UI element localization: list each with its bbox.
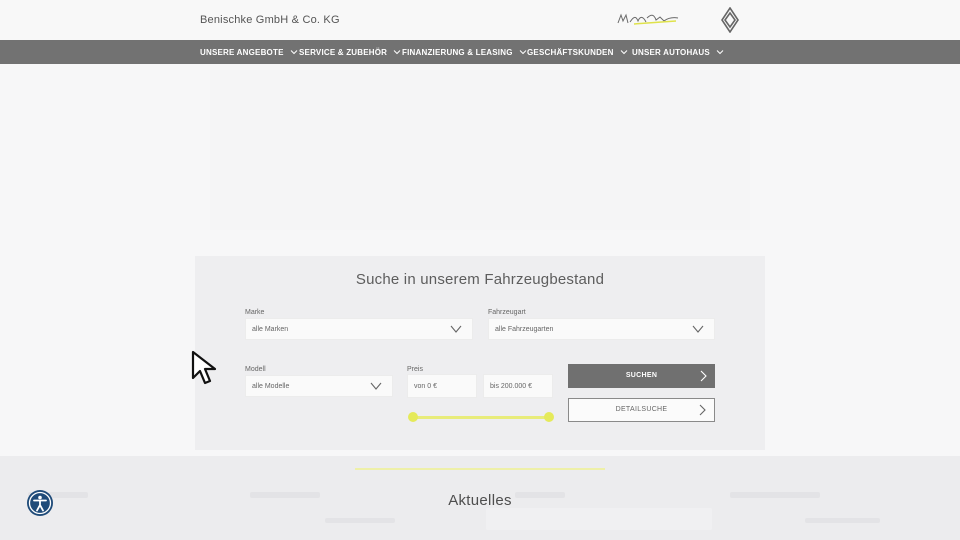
nav-item-unser-autohaus[interactable]: UNSER AUTOHAUS bbox=[632, 40, 724, 64]
nav-item-label: UNSER AUTOHAUS bbox=[632, 47, 710, 57]
top-bar: Benischke GmbH & Co. KG bbox=[0, 0, 960, 40]
price-to-input[interactable]: bis 200.000 € bbox=[483, 374, 553, 398]
company-name: Benischke GmbH & Co. KG bbox=[200, 14, 340, 26]
accessibility-icon[interactable] bbox=[26, 489, 54, 517]
chevron-right-icon bbox=[700, 370, 707, 382]
chevron-down-icon bbox=[620, 50, 627, 55]
chevron-down-icon bbox=[716, 50, 724, 55]
marke-select[interactable]: alle Marken bbox=[245, 318, 473, 340]
chevron-down-icon bbox=[393, 50, 401, 55]
price-from-value: von 0 € bbox=[414, 383, 437, 390]
chevron-down-icon bbox=[450, 325, 462, 333]
price-max-handle[interactable] bbox=[544, 412, 554, 422]
hero-banner bbox=[210, 70, 750, 230]
price-min-handle[interactable] bbox=[408, 412, 418, 422]
main-navigation: UNSERE ANGEBOTE SERVICE & ZUBEHÖR FINANZ… bbox=[0, 40, 960, 64]
modell-label: Modell bbox=[245, 366, 266, 373]
price-range-track[interactable] bbox=[413, 416, 549, 419]
chevron-down-icon bbox=[519, 50, 526, 55]
placeholder-block bbox=[486, 508, 712, 530]
news-title: Aktuelles bbox=[448, 492, 512, 509]
nav-item-label: GESCHÄFTSKUNDEN bbox=[527, 47, 614, 57]
nav-item-finanzierung-leasing[interactable]: FINANZIERUNG & LEASING bbox=[402, 40, 527, 64]
modell-select[interactable]: alle Modelle bbox=[245, 375, 393, 397]
nav-item-label: UNSERE ANGEBOTE bbox=[200, 47, 284, 57]
fahrzeugart-value: alle Fahrzeugarten bbox=[495, 326, 554, 333]
search-button-label: SUCHEN bbox=[625, 372, 658, 379]
nav-item-label: FINANZIERUNG & LEASING bbox=[402, 47, 513, 57]
search-button[interactable]: SUCHEN bbox=[568, 364, 715, 388]
chevron-down-icon bbox=[370, 382, 382, 390]
chevron-right-icon bbox=[699, 404, 706, 416]
section-divider bbox=[355, 468, 605, 470]
chevron-down-icon bbox=[290, 50, 297, 55]
chevron-down-icon bbox=[692, 325, 704, 333]
preis-label: Preis bbox=[407, 366, 423, 373]
nav-item-service-zubehoer[interactable]: SERVICE & ZUBEHÖR bbox=[299, 40, 401, 64]
detail-search-button-label: DETAILSUCHE bbox=[615, 406, 668, 413]
search-title: Suche in unserem Fahrzeugbestand bbox=[355, 271, 605, 288]
placeholder-block bbox=[325, 518, 395, 523]
placeholder-block bbox=[805, 518, 880, 523]
marke-label: Marke bbox=[245, 309, 265, 316]
nav-item-unsere-angebote[interactable]: UNSERE ANGEBOTE bbox=[200, 40, 298, 64]
nav-item-geschaeftskunden[interactable]: GESCHÄFTSKUNDEN bbox=[527, 40, 628, 64]
price-to-value: bis 200.000 € bbox=[490, 383, 533, 390]
nav-item-label: SERVICE & ZUBEHÖR bbox=[299, 47, 388, 57]
renault-logo-icon[interactable] bbox=[720, 7, 740, 33]
price-from-input[interactable]: von 0 € bbox=[407, 374, 477, 398]
mouse-pointer-icon bbox=[191, 350, 217, 385]
marke-value: alle Marken bbox=[252, 326, 289, 333]
detail-search-button[interactable]: DETAILSUCHE bbox=[568, 398, 715, 422]
modell-value: alle Modelle bbox=[252, 383, 290, 390]
dealer-signature-logo[interactable] bbox=[616, 12, 680, 26]
fahrzeugart-select[interactable]: alle Fahrzeugarten bbox=[488, 318, 715, 340]
fahrzeugart-label: Fahrzeugart bbox=[488, 309, 526, 316]
